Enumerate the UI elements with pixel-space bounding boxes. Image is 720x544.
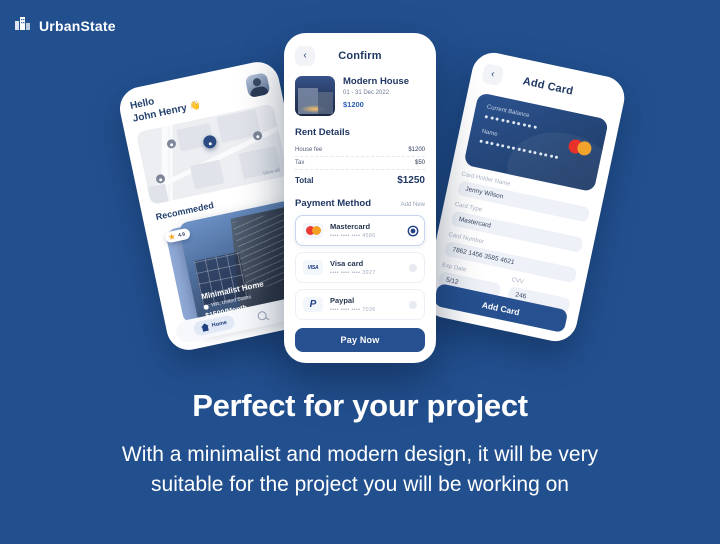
payment-option-mask: •••• •••• •••• 4586 xyxy=(330,233,376,239)
phone-mockups-stage: Hello John Henry 👋 View all Recommeded M… xyxy=(0,0,720,390)
payment-option-name: Paypal xyxy=(330,296,355,305)
radio-button[interactable] xyxy=(409,300,417,309)
rent-details-title: Rent Details xyxy=(295,127,350,138)
brand-name: UrbanState xyxy=(39,17,116,34)
map-pin-active[interactable] xyxy=(202,134,218,152)
total-label: Total xyxy=(295,176,314,185)
wave-emoji: 👋 xyxy=(188,99,202,112)
home-icon xyxy=(200,323,209,332)
location-pin-icon xyxy=(203,303,210,310)
radio-button-selected[interactable] xyxy=(409,226,417,235)
tab-home-label: Home xyxy=(211,319,228,329)
map-pin[interactable] xyxy=(155,173,166,187)
property-dates: 01 - 31 Dec 2022 xyxy=(343,90,390,97)
avatar[interactable] xyxy=(244,72,271,99)
mastercard-logo-icon xyxy=(303,223,323,238)
radio-button[interactable] xyxy=(409,263,417,272)
card-decoration xyxy=(499,122,609,193)
payment-option-name: Visa card xyxy=(330,259,364,268)
hero-section: Perfect for your project With a minimali… xyxy=(0,388,720,500)
pay-now-button[interactable]: Pay Now xyxy=(295,328,425,352)
rating-value: 4.9 xyxy=(177,231,186,239)
payment-method-title: Payment Method xyxy=(295,198,372,209)
thumbnail-glow xyxy=(300,105,330,113)
add-new-link[interactable]: Add New xyxy=(401,202,425,208)
property-thumbnail xyxy=(295,76,335,116)
visa-logo-icon: VISA xyxy=(303,260,323,275)
brand-logo: UrbanState xyxy=(14,14,116,37)
phone-add-card-screen: ‹ Add Card Current Balance Name Card Hol… xyxy=(420,48,629,346)
fee-value: $50 xyxy=(414,160,425,166)
fee-row-house: House fee $1200 xyxy=(295,144,425,157)
fee-row-tax: Tax $50 xyxy=(295,157,425,170)
map-pin[interactable] xyxy=(166,138,177,152)
subtitle-line-2: suitable for the project you will be wor… xyxy=(151,472,569,496)
payment-option-mask: •••• •••• •••• 3927 xyxy=(330,270,376,276)
confirm-title: Confirm xyxy=(338,50,382,62)
page-subtitle: With a minimalist and modern design, it … xyxy=(0,440,720,500)
payment-method-list: Mastercard •••• •••• •••• 4586 VISA Visa… xyxy=(295,215,425,320)
star-icon xyxy=(168,233,176,241)
fee-label: Tax xyxy=(295,160,305,166)
fee-value: $1200 xyxy=(408,147,425,153)
fee-label: House fee xyxy=(295,147,323,153)
total-value: $1250 xyxy=(397,175,425,186)
building-icon xyxy=(14,14,32,37)
phone-confirm-screen: ‹ Confirm Modern House 01 - 31 Dec 2022 … xyxy=(284,33,436,363)
page-title: Perfect for your project xyxy=(192,388,528,423)
paypal-logo-icon: P xyxy=(303,297,323,312)
payment-option-mask: •••• •••• •••• 7036 xyxy=(330,307,376,313)
payment-option-visa[interactable]: VISA Visa card •••• •••• •••• 3927 xyxy=(295,252,425,283)
confirm-navbar: ‹ Confirm xyxy=(295,45,425,67)
search-icon[interactable] xyxy=(256,309,268,321)
property-text: Modern House 01 - 31 Dec 2022 $1200 xyxy=(343,76,409,109)
property-summary: Modern House 01 - 31 Dec 2022 $1200 xyxy=(295,76,425,116)
payment-method-header: Payment Method Add New xyxy=(295,198,425,209)
fee-row-total: Total $1250 xyxy=(295,170,425,189)
payment-option-name: Mastercard xyxy=(330,222,371,231)
property-price: $1200 xyxy=(343,100,364,110)
property-name: Modern House xyxy=(343,76,409,87)
subtitle-line-1: With a minimalist and modern design, it … xyxy=(121,443,599,466)
payment-option-mastercard[interactable]: Mastercard •••• •••• •••• 4586 xyxy=(295,215,425,246)
payment-option-paypal[interactable]: P Paypal •••• •••• •••• 7036 xyxy=(295,289,425,320)
